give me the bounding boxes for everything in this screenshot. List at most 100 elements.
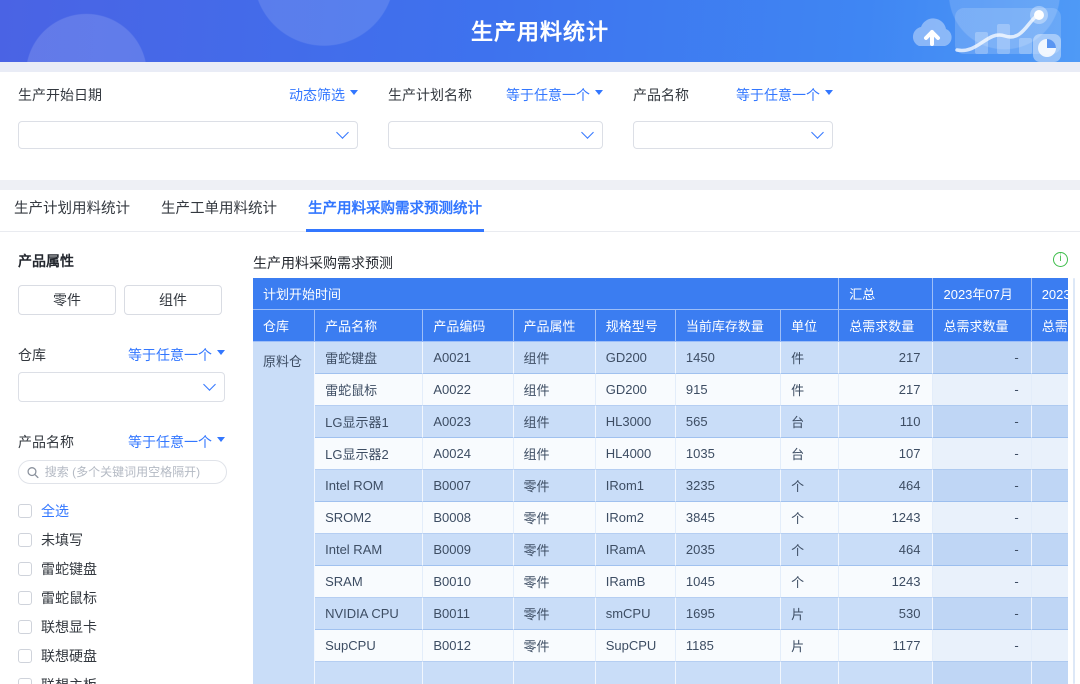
group-header-plan-start: 计划开始时间 <box>253 278 839 310</box>
cell-stock: 1695 <box>676 598 781 630</box>
cell-stock: 565 <box>676 406 781 438</box>
forecast-panel: 生产用料采购需求预测 i 计划开始时间 汇总 2023年07月 2023年08月… <box>253 232 1080 684</box>
filter-operator-link[interactable]: 动态筛选 <box>289 85 358 105</box>
checkbox[interactable] <box>18 678 32 684</box>
cell-name: LG显示器2 <box>315 438 423 470</box>
checkbox-label: 联想主板 <box>41 675 97 684</box>
cell-unit: 个 <box>781 470 839 502</box>
filter-product-name: 产品名称 等于任意一个 <box>633 88 833 149</box>
cell-total: 530 <box>839 598 933 630</box>
page-banner: 生产用料统计 <box>0 0 1080 62</box>
tab-production-plan-stats[interactable]: 生产计划用料统计 <box>12 197 132 232</box>
cell-m2 <box>1032 502 1068 534</box>
cell-attr: 组件 <box>514 342 596 374</box>
warehouse-label: 仓库 <box>18 345 46 365</box>
cell-total: 1177 <box>839 630 933 662</box>
cell-code: B0008 <box>423 502 513 534</box>
cell-total: 110 <box>839 406 933 438</box>
checkbox-item[interactable]: 雷蛇键盘 <box>18 554 253 583</box>
cell-total: 217 <box>839 342 933 374</box>
cell-attr: 零件 <box>514 598 596 630</box>
cell-m2 <box>1032 566 1068 598</box>
cell-name: SupCPU <box>315 630 423 662</box>
checkbox-label: 联想硬盘 <box>41 646 97 666</box>
cell-code: B0011 <box>423 598 513 630</box>
filter-production-plan-name: 生产计划名称 等于任意一个 <box>388 88 603 149</box>
cell-m1: - <box>933 566 1031 598</box>
warehouse-operator-link[interactable]: 等于任意一个 <box>128 345 225 365</box>
filter-operator-link[interactable]: 等于任意一个 <box>736 85 833 105</box>
cell-spec: IRom2 <box>596 502 676 534</box>
cell-name: LG显示器1 <box>315 406 423 438</box>
cell-spec: HL4000 <box>596 438 676 470</box>
attr-button-part[interactable]: 零件 <box>18 285 116 315</box>
cell-unit: 个 <box>781 534 839 566</box>
product-name-operator-link[interactable]: 等于任意一个 <box>128 432 225 452</box>
cell-attr: 组件 <box>514 406 596 438</box>
checkbox-item[interactable]: 未填写 <box>18 525 253 554</box>
checkbox[interactable] <box>18 533 32 547</box>
checkbox[interactable] <box>18 504 32 518</box>
checkbox[interactable] <box>18 620 32 634</box>
chevron-down-icon <box>581 126 594 139</box>
cell-stock: 1045 <box>676 566 781 598</box>
cell-spec: GD200 <box>596 342 676 374</box>
column-header: 规格型号 <box>596 310 676 342</box>
cell-code: A0023 <box>423 406 513 438</box>
search-input[interactable] <box>45 465 218 479</box>
product-name-select[interactable] <box>633 121 833 149</box>
cell-spec: IRamB <box>596 566 676 598</box>
checkbox-item[interactable]: 联想显卡 <box>18 612 253 641</box>
banner-divider <box>0 62 1080 72</box>
plan-name-select[interactable] <box>388 121 603 149</box>
date-select[interactable] <box>18 121 358 149</box>
caret-down-icon <box>595 90 603 99</box>
cell-unit: 个 <box>781 566 839 598</box>
checkbox[interactable] <box>18 649 32 663</box>
checkbox-label: 雷蛇键盘 <box>41 559 97 579</box>
filter-sidebar: 产品属性 零件 组件 仓库 等于任意一个 产品名称 等于任意一个 全选未填写雷蛇… <box>0 232 253 684</box>
checkbox-item[interactable]: 雷蛇鼠标 <box>18 583 253 612</box>
table-row: LG显示器2A0024组件HL40001035台107- <box>253 438 1068 470</box>
cell-stock <box>676 662 781 684</box>
cell-m2 <box>1032 342 1068 374</box>
cell-m2 <box>1032 598 1068 630</box>
tab-work-order-stats[interactable]: 生产工单用料统计 <box>159 197 279 232</box>
cell-m1: - <box>933 502 1031 534</box>
cell-attr: 零件 <box>514 502 596 534</box>
pie-chart-icon <box>1033 34 1061 62</box>
table-row: 原料仓雷蛇键盘A0021组件GD2001450件217- <box>253 342 1068 374</box>
table-row <box>253 662 1068 684</box>
cell-unit: 件 <box>781 342 839 374</box>
checkbox[interactable] <box>18 562 32 576</box>
checkbox-item[interactable]: 联想硬盘 <box>18 641 253 670</box>
cell-attr <box>514 662 596 684</box>
table-row: SupCPUB0012零件SupCPU1185片1177- <box>253 630 1068 662</box>
cell-total: 464 <box>839 470 933 502</box>
cell-spec: HL3000 <box>596 406 676 438</box>
tab-purchase-forecast-stats[interactable]: 生产用料采购需求预测统计 <box>306 197 484 232</box>
cell-stock: 1450 <box>676 342 781 374</box>
cell-attr: 零件 <box>514 534 596 566</box>
filter-operator-link[interactable]: 等于任意一个 <box>506 85 603 105</box>
table-row: NVIDIA CPUB0011零件smCPU1695片530- <box>253 598 1068 630</box>
cell-code: A0024 <box>423 438 513 470</box>
info-circle-icon[interactable]: i <box>1053 252 1068 267</box>
cell-m1: - <box>933 534 1031 566</box>
cell-m1: - <box>933 374 1031 406</box>
warehouse-select[interactable] <box>18 372 225 402</box>
filter-production-start-date: 生产开始日期 动态筛选 <box>18 88 358 149</box>
cell-spec <box>596 662 676 684</box>
checkbox[interactable] <box>18 591 32 605</box>
checkbox-item[interactable]: 全选 <box>18 496 253 525</box>
cell-m2 <box>1032 470 1068 502</box>
attr-button-component[interactable]: 组件 <box>124 285 222 315</box>
column-header: 当前库存数量 <box>676 310 781 342</box>
cell-attr: 零件 <box>514 630 596 662</box>
cell-unit: 件 <box>781 374 839 406</box>
table-scrollbar[interactable] <box>1068 278 1080 684</box>
checkbox-item[interactable]: 联想主板 <box>18 670 253 684</box>
table-row: SROM2B0008零件IRom23845个1243- <box>253 502 1068 534</box>
cell-m1: - <box>933 630 1031 662</box>
cell-total <box>839 662 933 684</box>
